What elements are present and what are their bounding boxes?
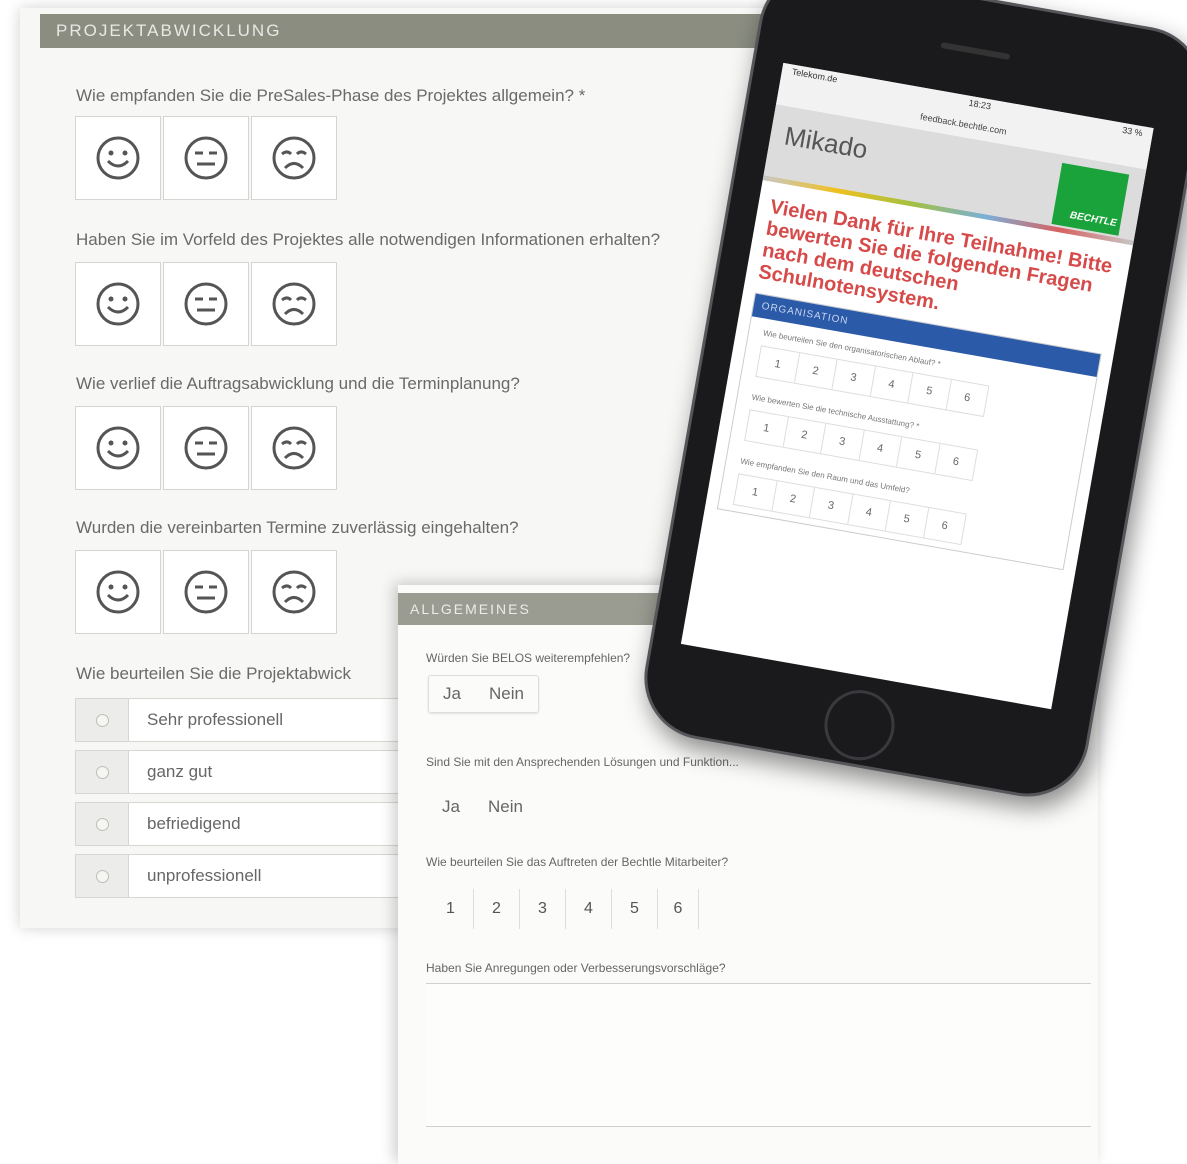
home-button[interactable] [818,684,901,766]
smiley-row-4 [75,550,337,634]
grade-option[interactable]: 5 [896,437,941,474]
yes-button[interactable]: Ja [428,789,474,825]
grade-option[interactable]: 5 [612,889,658,929]
question-5: Wie beurteilen Sie die Projektabwick [76,664,351,683]
happy-face-icon[interactable] [75,550,161,634]
radio-option-3[interactable]: befriedigend [75,802,415,846]
recommend-toggle: Ja Nein [428,675,539,713]
grade-option[interactable]: 5 [908,373,952,410]
grade-option[interactable]: 6 [946,380,988,416]
grade-option[interactable]: 3 [520,889,566,929]
question-2: Haben Sie im Vorfeld des Projektes alle … [76,230,661,249]
grade-option[interactable]: 6 [935,444,977,480]
neutral-face-icon[interactable] [163,406,249,490]
sad-face-icon[interactable] [251,406,337,490]
radio-icon[interactable] [76,751,129,793]
grade-option[interactable]: 2 [794,353,838,390]
grade-option[interactable]: 1 [745,410,789,447]
grade-option[interactable]: 4 [859,430,903,467]
neutral-face-icon[interactable] [163,550,249,634]
neutral-face-icon[interactable] [163,116,249,200]
grade-option[interactable]: 1 [756,346,800,383]
grade-option[interactable]: 4 [870,366,914,403]
question-4: Wurden die vereinbarten Termine zuverläs… [76,518,519,537]
phone-screen: Telekom.de 18:23 33 % feedback.bechtle.c… [680,62,1154,710]
radio-option-4[interactable]: unprofessionell [75,854,415,898]
sad-face-icon[interactable] [251,116,337,200]
radio-icon[interactable] [76,699,129,741]
projekt-header: PROJEKTABWICKLUNG [40,14,780,48]
grade-option[interactable]: 2 [771,481,816,518]
no-button[interactable]: Nein [474,789,537,825]
suggestions-textarea[interactable] [426,983,1091,1127]
grade-selector: 1 2 3 4 5 6 [428,889,699,929]
smiley-row-2 [75,262,337,346]
question-3: Wie verlief die Auftragsabwicklung und d… [76,374,520,393]
battery-label: 33 % [1121,124,1144,139]
radio-icon[interactable] [76,855,129,897]
radio-option-label: ganz gut [147,762,213,781]
bechtle-logo: BECHTLE [1051,162,1130,236]
neutral-face-icon[interactable] [163,262,249,346]
sad-face-icon[interactable] [251,550,337,634]
sad-face-icon[interactable] [251,262,337,346]
grade-option[interactable]: 6 [924,508,966,544]
allgemeines-question-1: Würden Sie BELOS weiterempfehlen? [426,651,631,665]
allgemeines-question-3: Wie beurteilen Sie das Auftreten der Bec… [426,855,729,869]
grade-option[interactable]: 3 [832,359,876,397]
rating-radio-list: Sehr professionell ganz gut befriedigend… [75,698,415,906]
radio-option-2[interactable]: ganz gut [75,750,415,794]
happy-face-icon[interactable] [75,406,161,490]
happy-face-icon[interactable] [75,262,161,346]
grade-option[interactable]: 3 [821,423,865,461]
app-title: Mikado [782,120,870,165]
happy-face-icon[interactable] [75,116,161,200]
grade-option[interactable]: 2 [783,417,827,454]
radio-option-label: unprofessionell [147,866,262,885]
radio-option-label: Sehr professionell [147,710,284,729]
no-button[interactable]: Nein [475,676,538,712]
satisfaction-toggle: Ja Nein [428,789,537,825]
allgemeines-question-2: Sind Sie mit den Ansprechenden Lösungen … [426,755,739,769]
grade-option[interactable]: 1 [733,474,778,511]
radio-icon[interactable] [76,803,129,845]
grade-option[interactable]: 3 [809,487,853,525]
allgemeines-question-4: Haben Sie Anregungen oder Verbesserungsv… [426,961,726,975]
smiley-row-3 [75,406,337,490]
yes-button[interactable]: Ja [429,676,475,712]
grade-option[interactable]: 4 [847,494,891,531]
speaker-icon [940,42,1011,61]
radio-option-1[interactable]: Sehr professionell [75,698,415,742]
smiley-row-1 [75,116,337,200]
grade-option[interactable]: 5 [885,501,929,538]
grade-option[interactable]: 2 [474,889,520,929]
grade-option[interactable]: 6 [658,889,699,929]
radio-option-label: befriedigend [147,814,241,833]
grade-option[interactable]: 1 [428,889,474,929]
question-1: Wie empfanden Sie die PreSales-Phase des… [76,86,586,105]
grade-option[interactable]: 4 [566,889,612,929]
